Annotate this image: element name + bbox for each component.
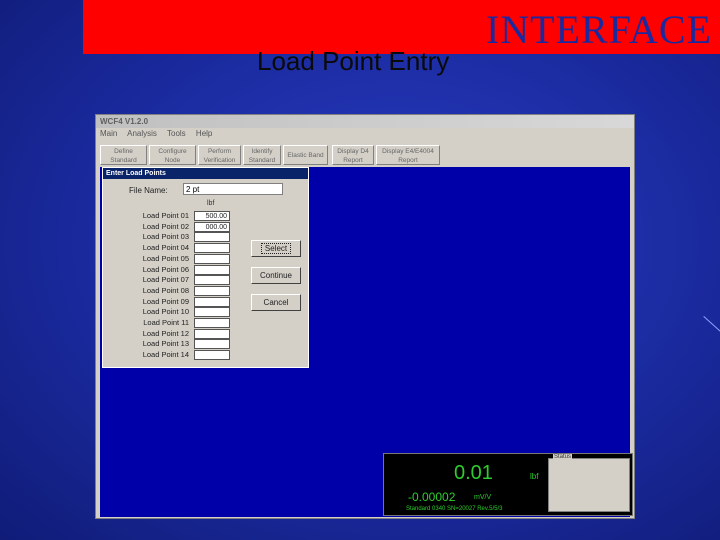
load-point-label: Load Point 13 [142, 339, 189, 349]
mv-value: -0.00002 [408, 490, 456, 504]
load-point-row: Load Point 11 [103, 318, 310, 328]
perform-verification-button[interactable]: Perform Verification [198, 145, 241, 165]
load-point-input[interactable] [194, 350, 230, 361]
cancel-button[interactable]: Cancel [251, 294, 301, 311]
load-point-label: Load Point 01 [142, 211, 189, 220]
configure-node-button[interactable]: Configure Node [149, 145, 196, 165]
select-button[interactable]: Select [251, 240, 301, 257]
mv-unit: mV/V [474, 494, 492, 501]
load-point-input[interactable]: 500.00 [194, 211, 230, 221]
define-standard-button[interactable]: Define Standard [100, 145, 147, 165]
force-unit: lbf [530, 472, 539, 481]
load-point-input[interactable] [194, 318, 230, 328]
load-point-input[interactable] [194, 253, 230, 264]
load-point-label: Load Point 14 [142, 350, 189, 360]
menu-bar: Main Analysis Tools Help [96, 128, 634, 140]
file-name-input[interactable]: 2 pt [183, 183, 283, 195]
dialog-title: Enter Load Points [103, 168, 308, 179]
menu-analysis[interactable]: Analysis [127, 129, 157, 138]
slide-subtitle: Load Point Entry [257, 46, 450, 76]
load-point-row: Load Point 13 [103, 339, 310, 350]
display-e4-report-button[interactable]: Display E4/E4004 Report [376, 145, 440, 165]
menu-main[interactable]: Main [100, 129, 117, 138]
menu-help[interactable]: Help [196, 129, 212, 138]
load-point-input[interactable] [194, 307, 230, 318]
load-point-label: Load Point 03 [142, 232, 189, 242]
standard-info: Standard 0340 SN=20027 Rev.5/5/3 [406, 506, 503, 512]
load-point-input[interactable] [194, 328, 230, 339]
load-point-input[interactable] [194, 275, 230, 286]
status-box: Status [548, 454, 630, 512]
load-point-label: Load Point 07 [142, 275, 189, 285]
toolbar: Define Standard Configure Node Perform V… [100, 145, 632, 167]
load-point-input[interactable] [194, 285, 230, 296]
menu-tools[interactable]: Tools [167, 129, 186, 138]
load-point-label: Load Point 10 [142, 307, 189, 317]
display-d4-report-button[interactable]: Display D4 Report [332, 145, 374, 165]
load-point-label: Load Point 05 [142, 253, 189, 263]
force-value: 0.01 [454, 462, 493, 484]
load-point-input[interactable] [194, 243, 230, 254]
status-label: Status [553, 454, 573, 460]
slide-title: INTERFACE [485, 7, 712, 52]
identify-standard-button[interactable]: Identify Standard [243, 145, 281, 165]
elastic-band-button[interactable]: Elastic Band [283, 145, 328, 165]
load-point-label: Load Point 06 [142, 264, 189, 274]
load-point-label: Load Point 09 [142, 296, 189, 306]
load-point-input[interactable]: 000.00 [194, 221, 230, 232]
load-point-row: Load Point 01 500.00 [103, 211, 310, 221]
app-title-bar: WCF4 V1.2.0 [96, 115, 634, 128]
load-point-input[interactable] [194, 264, 230, 275]
load-point-label: Load Point 04 [142, 243, 189, 253]
readout-panel: 0.01 lbf -0.00002 mV/V Standard 0340 SN=… [383, 453, 633, 516]
load-point-row: Load Point 02 000.00 [103, 221, 310, 232]
file-name-label: File Name: [129, 186, 168, 195]
select-button-label: Select [260, 243, 292, 254]
workspace: Enter Load Points File Name: 2 pt lbf Lo… [100, 167, 633, 517]
load-point-input[interactable] [194, 296, 230, 307]
load-point-input[interactable] [194, 339, 230, 350]
load-point-label: Load Point 02 [142, 221, 189, 231]
enter-load-points-dialog: Enter Load Points File Name: 2 pt lbf Lo… [102, 167, 309, 368]
app-window: WCF4 V1.2.0 Main Analysis Tools Help Def… [95, 114, 635, 519]
continue-button[interactable]: Continue [251, 267, 301, 284]
load-point-row: Load Point 12 [103, 328, 310, 339]
load-point-label: Load Point 12 [142, 328, 189, 338]
decorative-line [703, 316, 720, 333]
load-point-input[interactable] [194, 232, 230, 243]
load-point-label: Load Point 08 [142, 285, 189, 295]
load-point-label: Load Point 11 [143, 318, 189, 327]
unit-label: lbf [207, 200, 215, 207]
load-point-row: Load Point 14 [103, 350, 310, 361]
